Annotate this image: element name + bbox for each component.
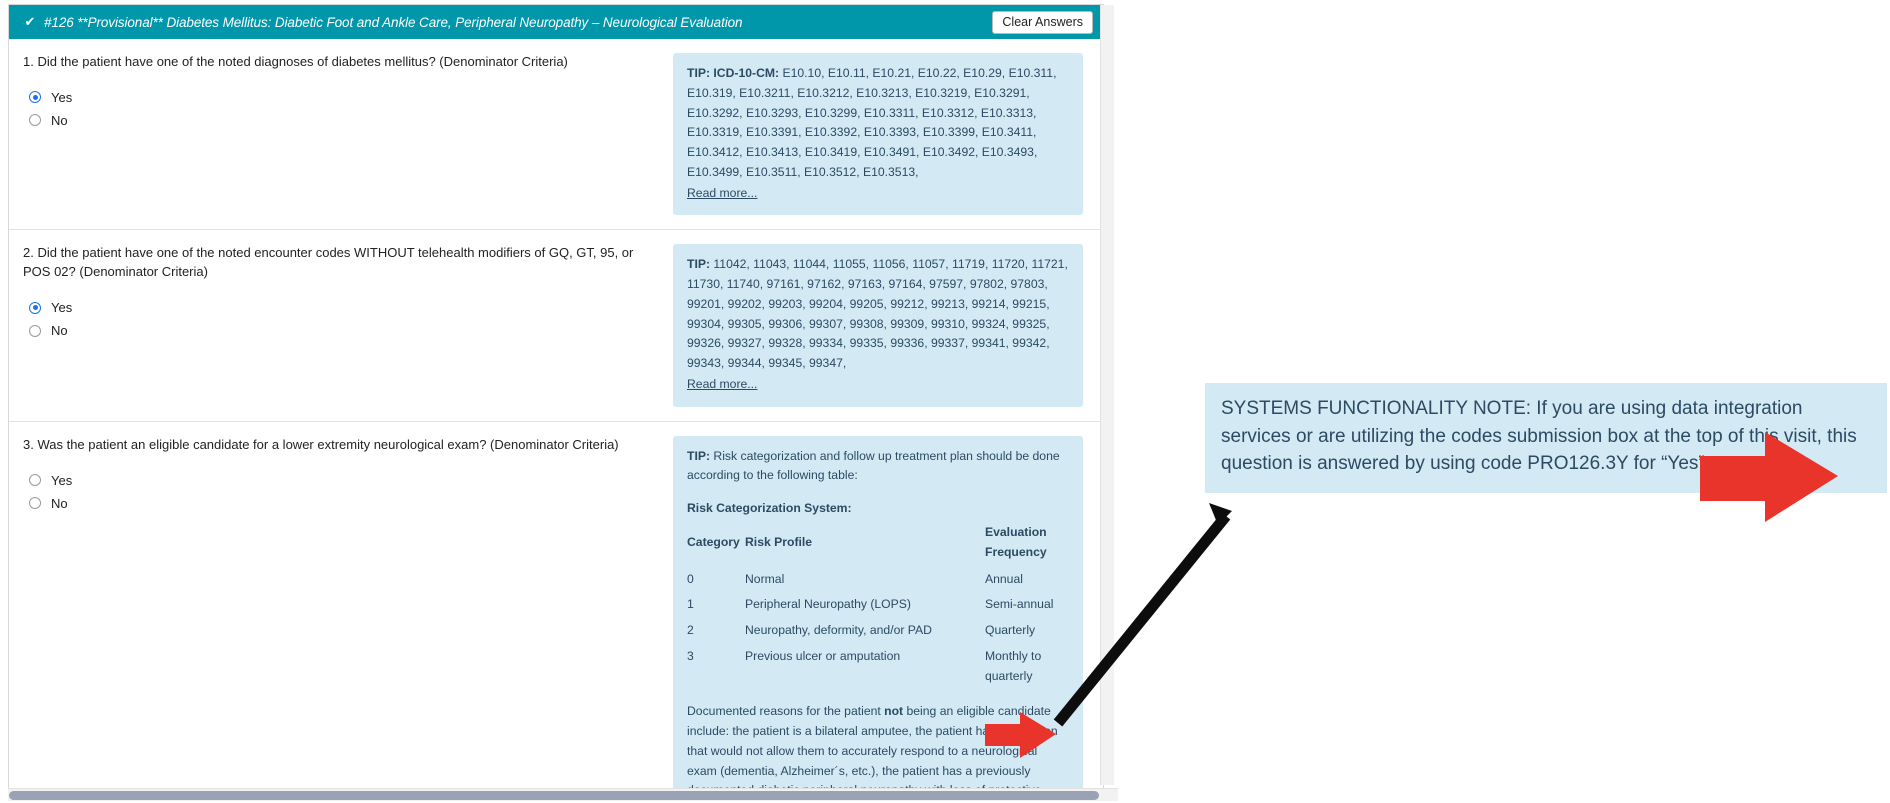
risk-table-header-category: Category <box>687 534 740 549</box>
question-1-text: 1. Did the patient have one of the noted… <box>23 54 568 69</box>
question-1-left: 1. Did the patient have one of the noted… <box>23 53 673 136</box>
risk-table-header-row: Category Risk Profile Evaluation Frequen… <box>687 521 1069 567</box>
question-3-option-yes[interactable]: Yes <box>29 473 657 488</box>
risk-cell-profile: Normal <box>745 571 785 586</box>
measure-form-inner: ✔ #126 **Provisional** Diabetes Mellitus… <box>8 4 1104 795</box>
option-label: No <box>51 112 68 128</box>
risk-cell-frequency: Semi-annual <box>985 597 1054 612</box>
risk-cell-frequency: Annual <box>985 571 1023 586</box>
tip-spacer <box>687 689 1069 702</box>
measure-form-panel: ✔ #126 **Provisional** Diabetes Mellitus… <box>0 0 1122 803</box>
clear-answers-button[interactable]: Clear Answers <box>992 10 1093 34</box>
risk-table-header-evaluation-frequency: Evaluation Frequency <box>985 525 1047 559</box>
question-3-option-no[interactable]: No <box>29 496 657 511</box>
radio-icon[interactable] <box>29 497 41 510</box>
question-3-text: 3. Was the patient an eligible candidate… <box>23 436 619 452</box>
question-3-right: TIP: Risk categorization and follow up t… <box>673 435 1083 795</box>
risk-cell-frequency: Quarterly <box>985 623 1036 638</box>
radio-icon[interactable] <box>29 324 41 337</box>
option-label: Yes <box>51 89 73 105</box>
question-2-left: 2. Did the patient have one of the noted… <box>23 244 673 346</box>
horizontal-scrollbar-thumb[interactable] <box>9 791 1099 800</box>
question-row-1: 1. Did the patient have one of the noted… <box>9 39 1103 231</box>
risk-system-title: Risk Categorization System: <box>687 501 852 516</box>
option-label: No <box>51 495 68 511</box>
tip-body: E10.10, E10.11, E10.21, E10.22, E10.29, … <box>687 66 1057 179</box>
table-row: 3 Previous ulcer or amputation Monthly t… <box>687 644 1069 690</box>
option-label: Yes <box>51 300 73 316</box>
screenshot-root: ✔ #126 **Provisional** Diabetes Mellitus… <box>0 0 1890 803</box>
callout-systems-note: SYSTEMS FUNCTIONALITY NOTE: If you are u… <box>1205 383 1887 493</box>
tip-intro: Risk categorization and follow up treatm… <box>687 448 1060 483</box>
question-2-option-yes[interactable]: Yes <box>29 300 657 315</box>
question-1-right: TIP: ICD-10-CM: E10.10, E10.11, E10.21, … <box>673 53 1083 216</box>
table-row: 0 Normal Annual <box>687 567 1069 593</box>
tip-label: TIP: ICD-10-CM: <box>687 66 780 80</box>
risk-cell-category: 2 <box>687 623 694 638</box>
question-2-right: TIP: 11042, 11043, 11044, 11055, 11056, … <box>673 244 1083 407</box>
question-2-option-no[interactable]: No <box>29 323 657 338</box>
question-2-text: 2. Did the patient have one of the noted… <box>23 245 634 280</box>
tip-3-intro-line: TIP: Risk categorization and follow up t… <box>687 447 1069 487</box>
risk-cell-profile: Neuropathy, deformity, and/or PAD <box>745 623 932 638</box>
risk-cell-category: 0 <box>687 571 694 586</box>
question-1-option-yes[interactable]: Yes <box>29 90 657 105</box>
checkmark-icon: ✔ <box>24 14 36 29</box>
read-more-link[interactable]: Read more... <box>687 184 1069 204</box>
measure-title: #126 **Provisional** Diabetes Mellitus: … <box>44 14 743 30</box>
tip-box-1: TIP: ICD-10-CM: E10.10, E10.11, E10.21, … <box>673 53 1083 216</box>
read-more-link[interactable]: Read more... <box>687 375 1069 395</box>
horizontal-scrollbar[interactable] <box>8 788 1118 801</box>
risk-cell-category: 1 <box>687 597 694 612</box>
tip-label: TIP: <box>687 448 711 463</box>
risk-cell-category: 3 <box>687 648 694 663</box>
question-1-option-no[interactable]: No <box>29 113 657 128</box>
documented-reasons-emphasis: not <box>884 704 904 719</box>
option-label: Yes <box>51 472 73 488</box>
risk-cell-profile: Previous ulcer or amputation <box>745 648 901 663</box>
tip-box-3: TIP: Risk categorization and follow up t… <box>673 435 1083 795</box>
question-row-3: 3. Was the patient an eligible candidate… <box>9 422 1103 795</box>
radio-icon[interactable] <box>29 301 41 314</box>
vertical-scrollbar[interactable] <box>1100 5 1114 785</box>
radio-icon[interactable] <box>29 114 41 127</box>
measure-header: ✔ #126 **Provisional** Diabetes Mellitus… <box>9 5 1103 39</box>
risk-table-header-risk-profile: Risk Profile <box>745 534 813 549</box>
tip-body: 11042, 11043, 11044, 11055, 11056, 11057… <box>687 257 1068 371</box>
tip-box-2: TIP: 11042, 11043, 11044, 11055, 11056, … <box>673 244 1083 407</box>
tip-spacer <box>687 486 1069 499</box>
question-3-left: 3. Was the patient an eligible candidate… <box>23 436 673 519</box>
table-row: 1 Peripheral Neuropathy (LOPS) Semi-annu… <box>687 592 1069 618</box>
risk-categorization-table: Category Risk Profile Evaluation Frequen… <box>687 521 1069 689</box>
table-row: 2 Neuropathy, deformity, and/or PAD Quar… <box>687 618 1069 644</box>
risk-cell-frequency: Monthly to quarterly <box>985 648 1042 683</box>
radio-icon[interactable] <box>29 91 41 104</box>
documented-reasons-pre: Documented reasons for the patient <box>687 704 885 719</box>
documented-reasons-paragraph: Documented reasons for the patient not b… <box>687 702 1069 795</box>
radio-icon[interactable] <box>29 474 41 487</box>
question-row-2: 2. Did the patient have one of the noted… <box>9 230 1103 422</box>
tip-label: TIP: <box>687 257 711 272</box>
option-label: No <box>51 323 68 339</box>
risk-cell-profile: Peripheral Neuropathy (LOPS) <box>745 597 911 612</box>
